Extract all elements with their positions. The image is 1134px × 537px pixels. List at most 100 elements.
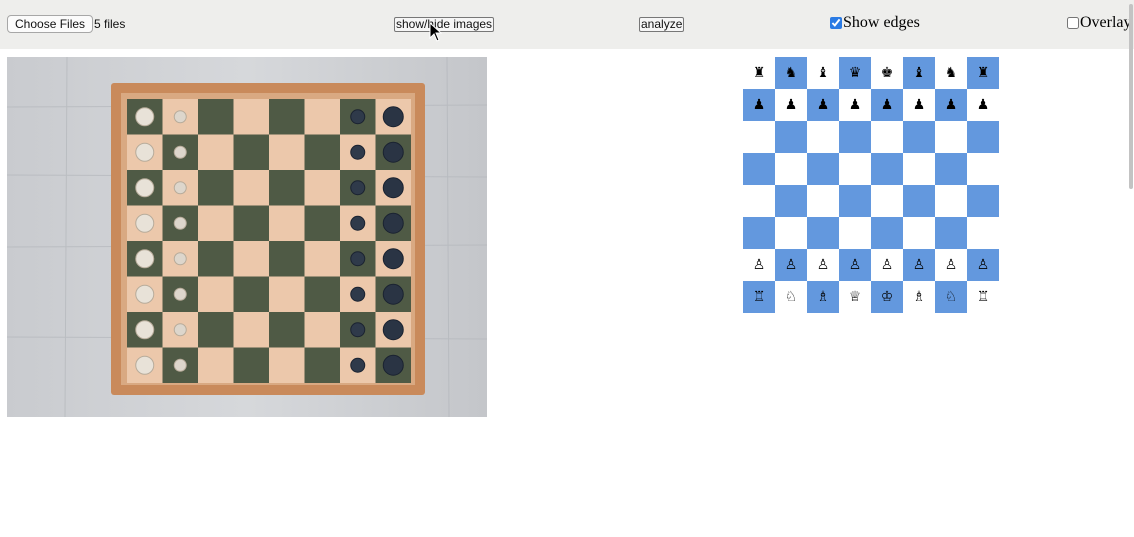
photo-chess-piece bbox=[382, 177, 404, 199]
board-square bbox=[743, 153, 775, 185]
board-square: ♟ bbox=[935, 89, 967, 121]
photo-chess-piece bbox=[382, 248, 404, 270]
photo-board-square bbox=[233, 276, 269, 312]
photo-chess-piece bbox=[350, 109, 366, 125]
photo-board-square bbox=[304, 134, 340, 170]
photo-chess-piece bbox=[350, 322, 366, 338]
photo-chess-piece bbox=[173, 287, 187, 301]
photo-board-square bbox=[269, 312, 305, 348]
toolbar: Choose Files 5 files show/hide images an… bbox=[0, 0, 1134, 49]
photo-board-square bbox=[304, 170, 340, 206]
chess-piece-icon: ♙ bbox=[848, 257, 862, 273]
photo-chess-piece bbox=[350, 357, 366, 373]
photo-board-square bbox=[269, 170, 305, 206]
chess-piece-icon: ♟ bbox=[880, 97, 894, 113]
photo-board-square bbox=[198, 276, 234, 312]
overlay-checkbox[interactable] bbox=[1067, 17, 1079, 29]
scrollbar-thumb[interactable] bbox=[1129, 4, 1133, 189]
board-square: ♙ bbox=[807, 249, 839, 281]
photo-chess-piece bbox=[173, 252, 187, 266]
photo-chess-piece bbox=[350, 251, 366, 267]
show-edges-control[interactable]: Show edges bbox=[830, 14, 920, 32]
show-edges-checkbox[interactable] bbox=[830, 17, 842, 29]
chess-piece-icon: ♙ bbox=[880, 257, 894, 273]
board-square bbox=[967, 217, 999, 249]
chess-piece-icon: ♝ bbox=[912, 65, 926, 81]
board-square bbox=[871, 217, 903, 249]
overlay-control[interactable]: Overlay bbox=[1067, 14, 1132, 32]
board-square bbox=[935, 217, 967, 249]
photo-board-square bbox=[269, 134, 305, 170]
board-square: ♙ bbox=[839, 249, 871, 281]
board-square: ♔ bbox=[871, 281, 903, 313]
board-square: ♟ bbox=[775, 89, 807, 121]
board-square bbox=[871, 121, 903, 153]
photo-chess-piece bbox=[135, 249, 155, 269]
chess-piece-icon: ♟ bbox=[944, 97, 958, 113]
board-square: ♜ bbox=[743, 57, 775, 89]
chess-piece-icon: ♗ bbox=[912, 289, 926, 305]
page-scrollbar[interactable] bbox=[1128, 0, 1134, 537]
photo-board-square bbox=[198, 312, 234, 348]
board-square bbox=[839, 217, 871, 249]
chess-piece-icon: ♛ bbox=[848, 65, 862, 81]
board-square: ♞ bbox=[935, 57, 967, 89]
chess-piece-icon: ♟ bbox=[752, 97, 766, 113]
board-square: ♖ bbox=[743, 281, 775, 313]
photo-board-square bbox=[304, 312, 340, 348]
board-square: ♝ bbox=[807, 57, 839, 89]
board-square bbox=[807, 185, 839, 217]
photo-board-square bbox=[198, 170, 234, 206]
show-hide-images-button[interactable]: show/hide images bbox=[394, 17, 495, 32]
photo-chess-piece bbox=[135, 355, 155, 375]
board-square bbox=[871, 153, 903, 185]
photo-board-square bbox=[233, 347, 269, 383]
chess-piece-icon: ♘ bbox=[784, 289, 798, 305]
photo-chess-piece bbox=[135, 284, 155, 304]
chess-piece-icon: ♙ bbox=[976, 257, 990, 273]
photo-board-square bbox=[233, 205, 269, 241]
board-square: ♟ bbox=[839, 89, 871, 121]
board-square: ♘ bbox=[775, 281, 807, 313]
photo-chess-piece bbox=[135, 178, 155, 198]
photo-chess-piece bbox=[350, 180, 366, 196]
photo-chess-piece bbox=[350, 286, 366, 302]
board-square: ♝ bbox=[903, 57, 935, 89]
chess-piece-icon: ♞ bbox=[944, 65, 958, 81]
photo-board-square bbox=[304, 276, 340, 312]
photo-chess-piece bbox=[382, 141, 404, 163]
board-square bbox=[775, 121, 807, 153]
board-square: ♜ bbox=[967, 57, 999, 89]
chess-piece-icon: ♕ bbox=[848, 289, 862, 305]
board-square: ♛ bbox=[839, 57, 871, 89]
board-square bbox=[807, 217, 839, 249]
photo-chess-piece bbox=[173, 323, 187, 337]
board-square: ♕ bbox=[839, 281, 871, 313]
photo-board-square bbox=[233, 170, 269, 206]
chessboard-photo-image bbox=[7, 57, 487, 417]
board-square bbox=[743, 217, 775, 249]
photo-chess-piece bbox=[382, 354, 404, 376]
chess-piece-icon: ♙ bbox=[752, 257, 766, 273]
photo-board-square bbox=[304, 241, 340, 277]
board-square: ♗ bbox=[903, 281, 935, 313]
board-square: ♟ bbox=[967, 89, 999, 121]
photo-board-square bbox=[269, 241, 305, 277]
board-square: ♙ bbox=[967, 249, 999, 281]
board-square bbox=[935, 121, 967, 153]
board-square: ♙ bbox=[903, 249, 935, 281]
chess-piece-icon: ♟ bbox=[976, 97, 990, 113]
board-square bbox=[743, 185, 775, 217]
photo-board-square bbox=[304, 99, 340, 135]
analyze-button[interactable]: analyze bbox=[639, 17, 685, 32]
photo-chess-piece bbox=[173, 181, 187, 195]
photo-chess-piece bbox=[382, 283, 404, 305]
choose-files-button[interactable]: Choose Files bbox=[7, 15, 94, 33]
photo-chess-piece bbox=[350, 215, 366, 231]
photo-chess-piece bbox=[135, 320, 155, 340]
chess-piece-icon: ♖ bbox=[976, 289, 990, 305]
chess-piece-icon: ♔ bbox=[880, 289, 894, 305]
board-square bbox=[871, 185, 903, 217]
board-square bbox=[807, 153, 839, 185]
chess-piece-icon: ♙ bbox=[944, 257, 958, 273]
